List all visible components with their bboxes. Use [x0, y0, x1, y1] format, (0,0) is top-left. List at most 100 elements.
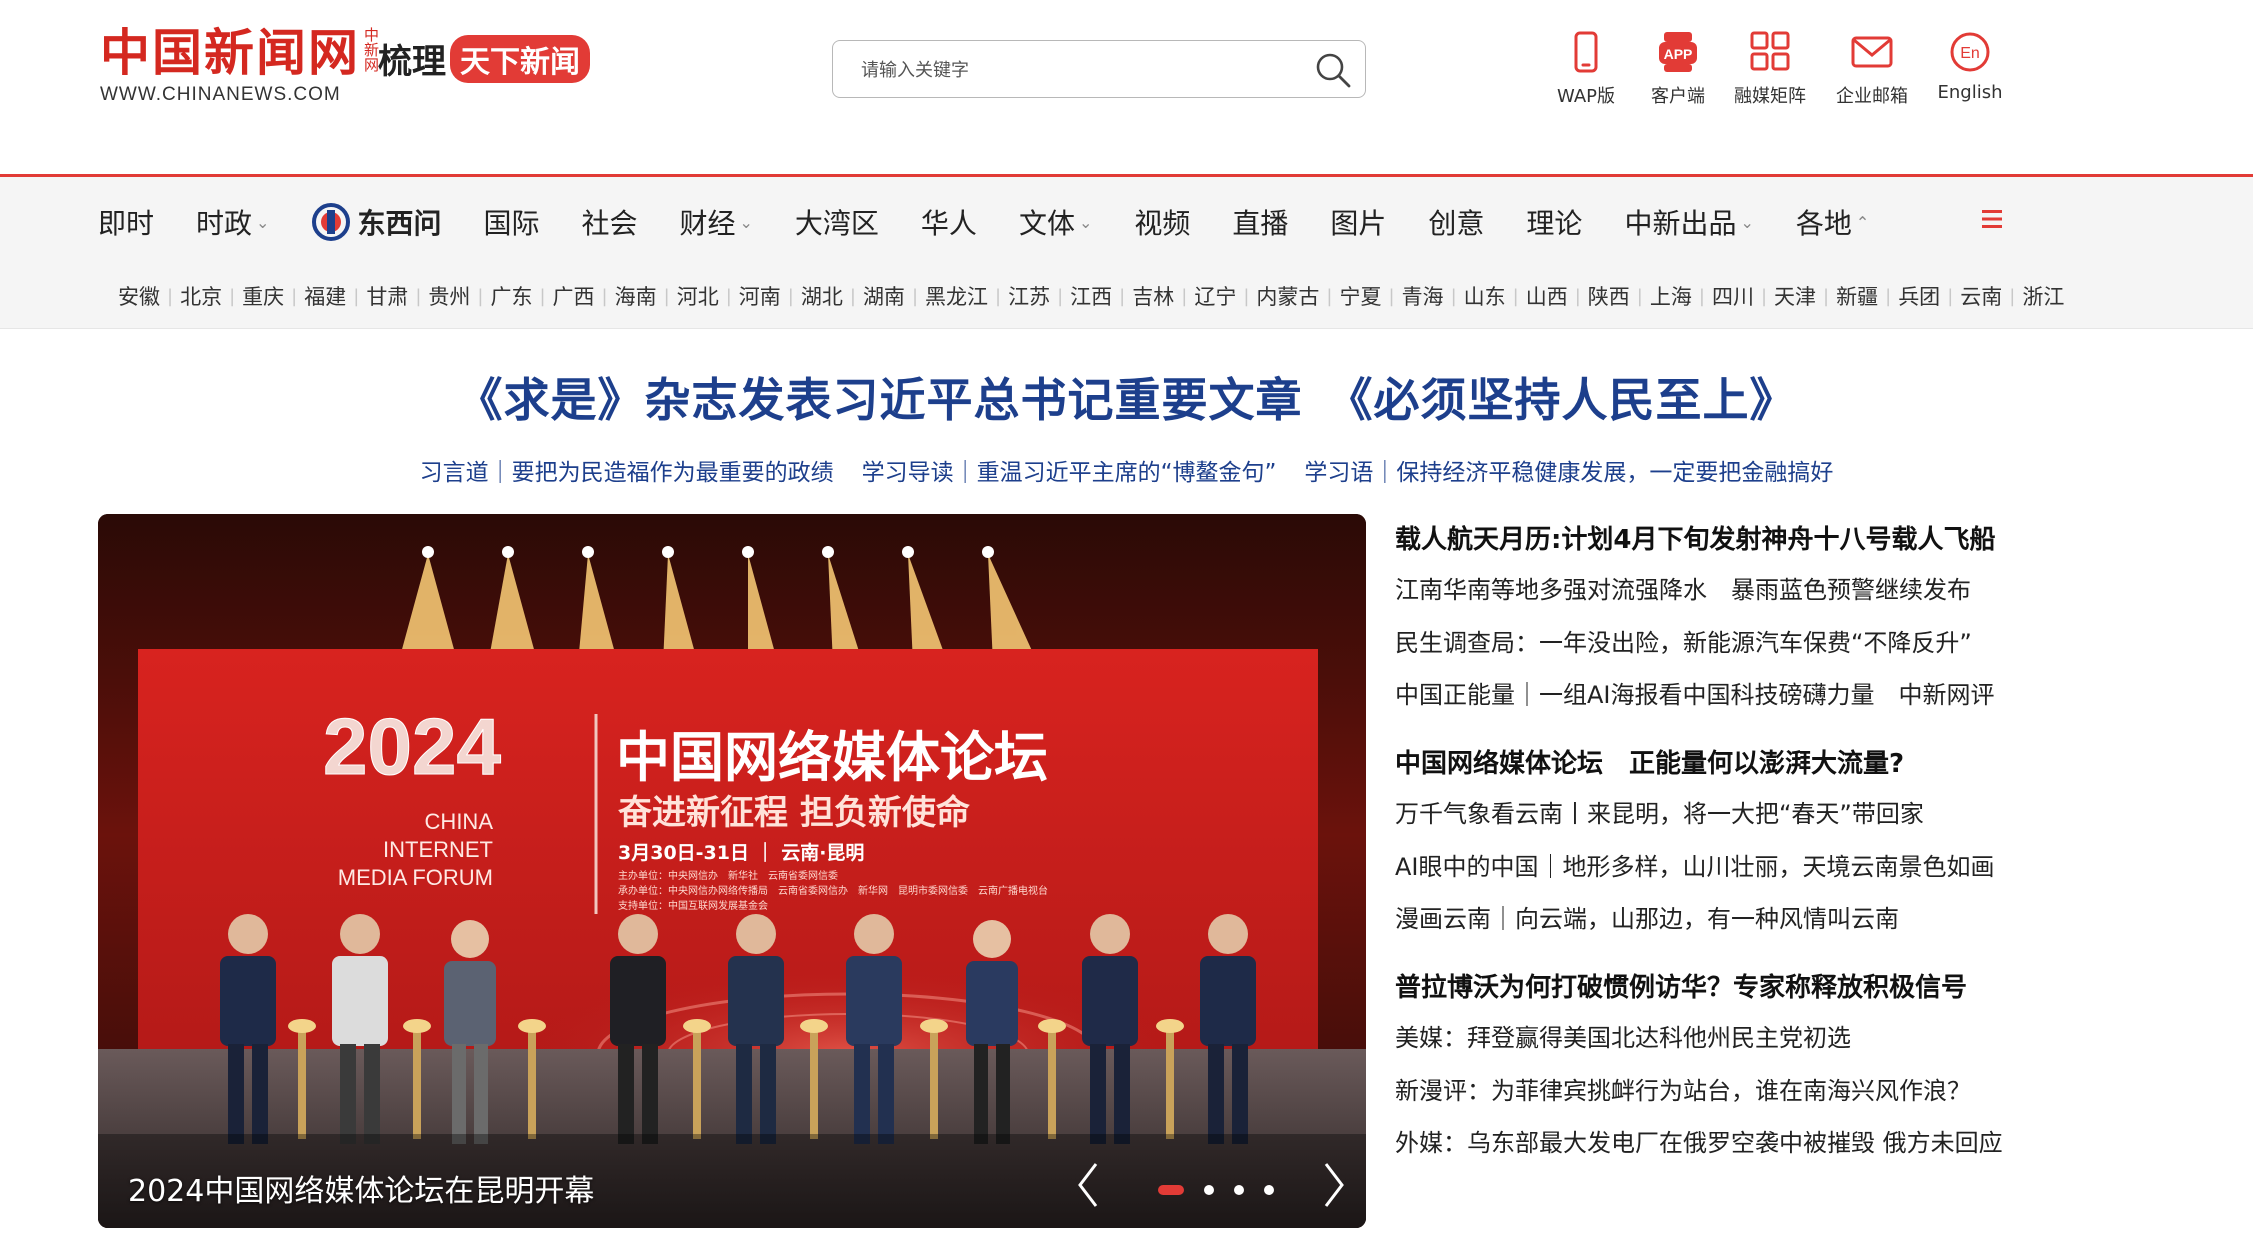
- nav-item-tupian[interactable]: 图片: [1330, 202, 1386, 242]
- headline-sublinks: 习言道｜要把为民造福作为最重要的政绩 学习导读｜重温习近平主席的“博鳌金句” 学…: [0, 453, 2253, 487]
- region-link[interactable]: 吉林: [1132, 281, 1174, 311]
- region-link[interactable]: 河南: [739, 281, 781, 311]
- region-link[interactable]: 山西: [1526, 281, 1568, 311]
- featured-carousel[interactable]: 2024 CHINA INTERNET MEDIA FORUM 中国网络媒体论坛…: [98, 514, 1366, 1228]
- region-link[interactable]: 重庆: [242, 281, 284, 311]
- region-separator: |: [167, 285, 174, 307]
- headline-sublink[interactable]: 习言道｜要把为民造福作为最重要的政绩: [420, 453, 834, 487]
- nav-item-dongxiwen[interactable]: 东西问: [311, 202, 441, 242]
- news-item[interactable]: 漫画云南｜向云端，山那边，有一种风情叫云南: [1395, 899, 2235, 939]
- region-link[interactable]: 江苏: [1008, 281, 1050, 311]
- nav-item-huaren[interactable]: 华人: [921, 202, 977, 242]
- region-link[interactable]: 贵州: [428, 281, 470, 311]
- news-item[interactable]: 中国正能量｜一组AI海报看中国科技磅礴力量 中新网评: [1395, 675, 2235, 715]
- region-link[interactable]: 黑龙江: [925, 281, 988, 311]
- top-headline[interactable]: 《求是》杂志发表习近平总书记重要文章 《必须坚持人民至上》: [0, 364, 2253, 430]
- region-separator: |: [1760, 285, 1768, 307]
- nav-item-jishi[interactable]: 即时: [98, 202, 154, 242]
- region-link[interactable]: 青海: [1402, 281, 1444, 311]
- news-item[interactable]: 民生调查局：一年没出险，新能源汽车保费“不降反升”: [1395, 623, 2235, 663]
- english-icon: En: [1950, 32, 1990, 72]
- tool-app[interactable]: APP 客户端: [1628, 30, 1728, 108]
- search-input[interactable]: [859, 54, 1293, 86]
- news-item[interactable]: 新漫评：为菲律宾挑衅行为站台，谁在南海兴风作浪？: [1395, 1071, 2235, 1111]
- region-link[interactable]: 陕西: [1588, 281, 1630, 311]
- region-separator: |: [1823, 285, 1830, 307]
- nav-item-chuangyi[interactable]: 创意: [1428, 202, 1484, 242]
- tool-english[interactable]: En English: [1920, 30, 2020, 103]
- region-link[interactable]: 河北: [677, 281, 719, 311]
- tool-mail[interactable]: 企业邮箱: [1822, 30, 1922, 108]
- region-link[interactable]: 湖北: [801, 281, 843, 311]
- region-separator: |: [353, 285, 360, 307]
- region-link[interactable]: 新疆: [1836, 281, 1878, 311]
- region-link[interactable]: 海南: [615, 281, 657, 311]
- region-separator: |: [1181, 285, 1188, 307]
- nav-item-wenti[interactable]: 文体 ⌄: [1019, 202, 1092, 242]
- region-link[interactable]: 山东: [1464, 281, 1506, 311]
- chevron-left-icon[interactable]: [1074, 1160, 1102, 1210]
- region-link[interactable]: 福建: [304, 281, 346, 311]
- nav-item-lilun[interactable]: 理论: [1526, 202, 1582, 242]
- region-link[interactable]: 云南: [1960, 281, 2002, 311]
- headline-sublink[interactable]: 学习导读｜重温习近平主席的“博鳌金句”: [862, 453, 1277, 487]
- nav-item-guoji[interactable]: 国际: [483, 202, 539, 242]
- nav-item-caijing[interactable]: 财经 ⌄: [679, 202, 752, 242]
- region-link[interactable]: 上海: [1650, 281, 1692, 311]
- region-link[interactable]: 天津: [1774, 281, 1816, 311]
- logo-text: 中国新闻网: [100, 23, 360, 82]
- region-link[interactable]: 广东: [490, 281, 532, 311]
- region-link[interactable]: 湖南: [863, 281, 905, 311]
- hamburger-menu-icon[interactable]: [1980, 207, 2004, 231]
- search-icon[interactable]: [1313, 50, 1353, 90]
- region-link[interactable]: 安徽: [118, 281, 160, 311]
- nav-label: 时政: [196, 207, 253, 240]
- region-separator: |: [1388, 285, 1395, 307]
- news-group-title[interactable]: 中国网络媒体论坛 正能量何以澎湃大流量?: [1395, 744, 2235, 784]
- region-separator: |: [725, 285, 732, 307]
- nav-item-zhibo[interactable]: 直播: [1232, 202, 1288, 242]
- region-link[interactable]: 宁夏: [1339, 281, 1381, 311]
- tool-label: WAP版: [1557, 86, 1615, 107]
- news-item[interactable]: AI眼中的中国｜地形多样，山川壮丽，天境云南景色如画: [1395, 847, 2235, 887]
- news-item[interactable]: 江南华南等地多强对流强降水 暴雨蓝色预警继续发布: [1395, 570, 2235, 610]
- headline-sublink[interactable]: 学习语｜保持经济平稳健康发展，一定要把金融搞好: [1304, 453, 1833, 487]
- main-nav: 即时 时政 ⌄ 东西问 国际 社会 财经 ⌄ 大湾区 华人 文体 ⌄ 视频 直播 图片…: [0, 177, 2253, 329]
- region-link[interactable]: 辽宁: [1194, 281, 1236, 311]
- region-link[interactable]: 甘肃: [366, 281, 408, 311]
- region-link[interactable]: 江西: [1070, 281, 1112, 311]
- nav-item-zhongxinchupin[interactable]: 中新出品 ⌄: [1624, 202, 1753, 242]
- news-item[interactable]: 外媒：乌东部最大发电厂在俄罗空袭中被摧毁 俄方未回应: [1395, 1123, 2235, 1163]
- region-link[interactable]: 北京: [180, 281, 222, 311]
- stage-en-line1: CHINA: [425, 809, 494, 834]
- svg-text:APP: APP: [1664, 46, 1693, 62]
- site-logo[interactable]: 中国新闻网 中新网 WWW.CHINANEWS.COM: [100, 28, 384, 106]
- chevron-right-icon[interactable]: [1320, 1160, 1348, 1210]
- region-link[interactable]: 内蒙古: [1256, 281, 1319, 311]
- news-list: 载人航天月历:计划4月下旬发射神舟十八号载人飞船 江南华南等地多强对流强降水 暴…: [1395, 520, 2235, 1192]
- nav-item-dawanqu[interactable]: 大湾区: [795, 202, 879, 242]
- region-link[interactable]: 浙江: [2022, 281, 2064, 311]
- carousel-dot[interactable]: [1158, 1185, 1184, 1195]
- region-link[interactable]: 广西: [553, 281, 595, 311]
- region-separator: |: [229, 285, 236, 307]
- news-item[interactable]: 美媒：拜登赢得美国北达科他州民主党初选: [1395, 1018, 2235, 1058]
- tool-wap[interactable]: WAP版: [1536, 30, 1636, 108]
- nav-item-shehui[interactable]: 社会: [581, 202, 637, 242]
- news-group-title[interactable]: 载人航天月历:计划4月下旬发射神舟十八号载人飞船: [1395, 520, 2235, 560]
- carousel-dot[interactable]: [1204, 1185, 1214, 1195]
- carousel-caption[interactable]: 2024中国网络媒体论坛在昆明开幕: [128, 1166, 594, 1210]
- logo-url: WWW.CHINANEWS.COM: [100, 84, 341, 105]
- carousel-dot[interactable]: [1264, 1185, 1274, 1195]
- tool-matrix[interactable]: 融媒矩阵: [1720, 30, 1820, 108]
- region-link[interactable]: 兵团: [1898, 281, 1940, 311]
- nav-item-gedi[interactable]: 各地 ⌃: [1796, 202, 1869, 242]
- news-group-title[interactable]: 普拉博沃为何打破惯例访华？专家称释放积极信号: [1395, 968, 2235, 1008]
- nav-item-shipin[interactable]: 视频: [1134, 202, 1190, 242]
- news-item[interactable]: 万千气象看云南丨来昆明，将一大把“春天”带回家: [1395, 794, 2235, 834]
- nav-label: 理论: [1526, 207, 1583, 240]
- nav-item-shizheng[interactable]: 时政 ⌄: [196, 202, 269, 242]
- nav-label: 即时: [98, 207, 155, 240]
- carousel-dot[interactable]: [1234, 1185, 1244, 1195]
- region-link[interactable]: 四川: [1712, 281, 1754, 311]
